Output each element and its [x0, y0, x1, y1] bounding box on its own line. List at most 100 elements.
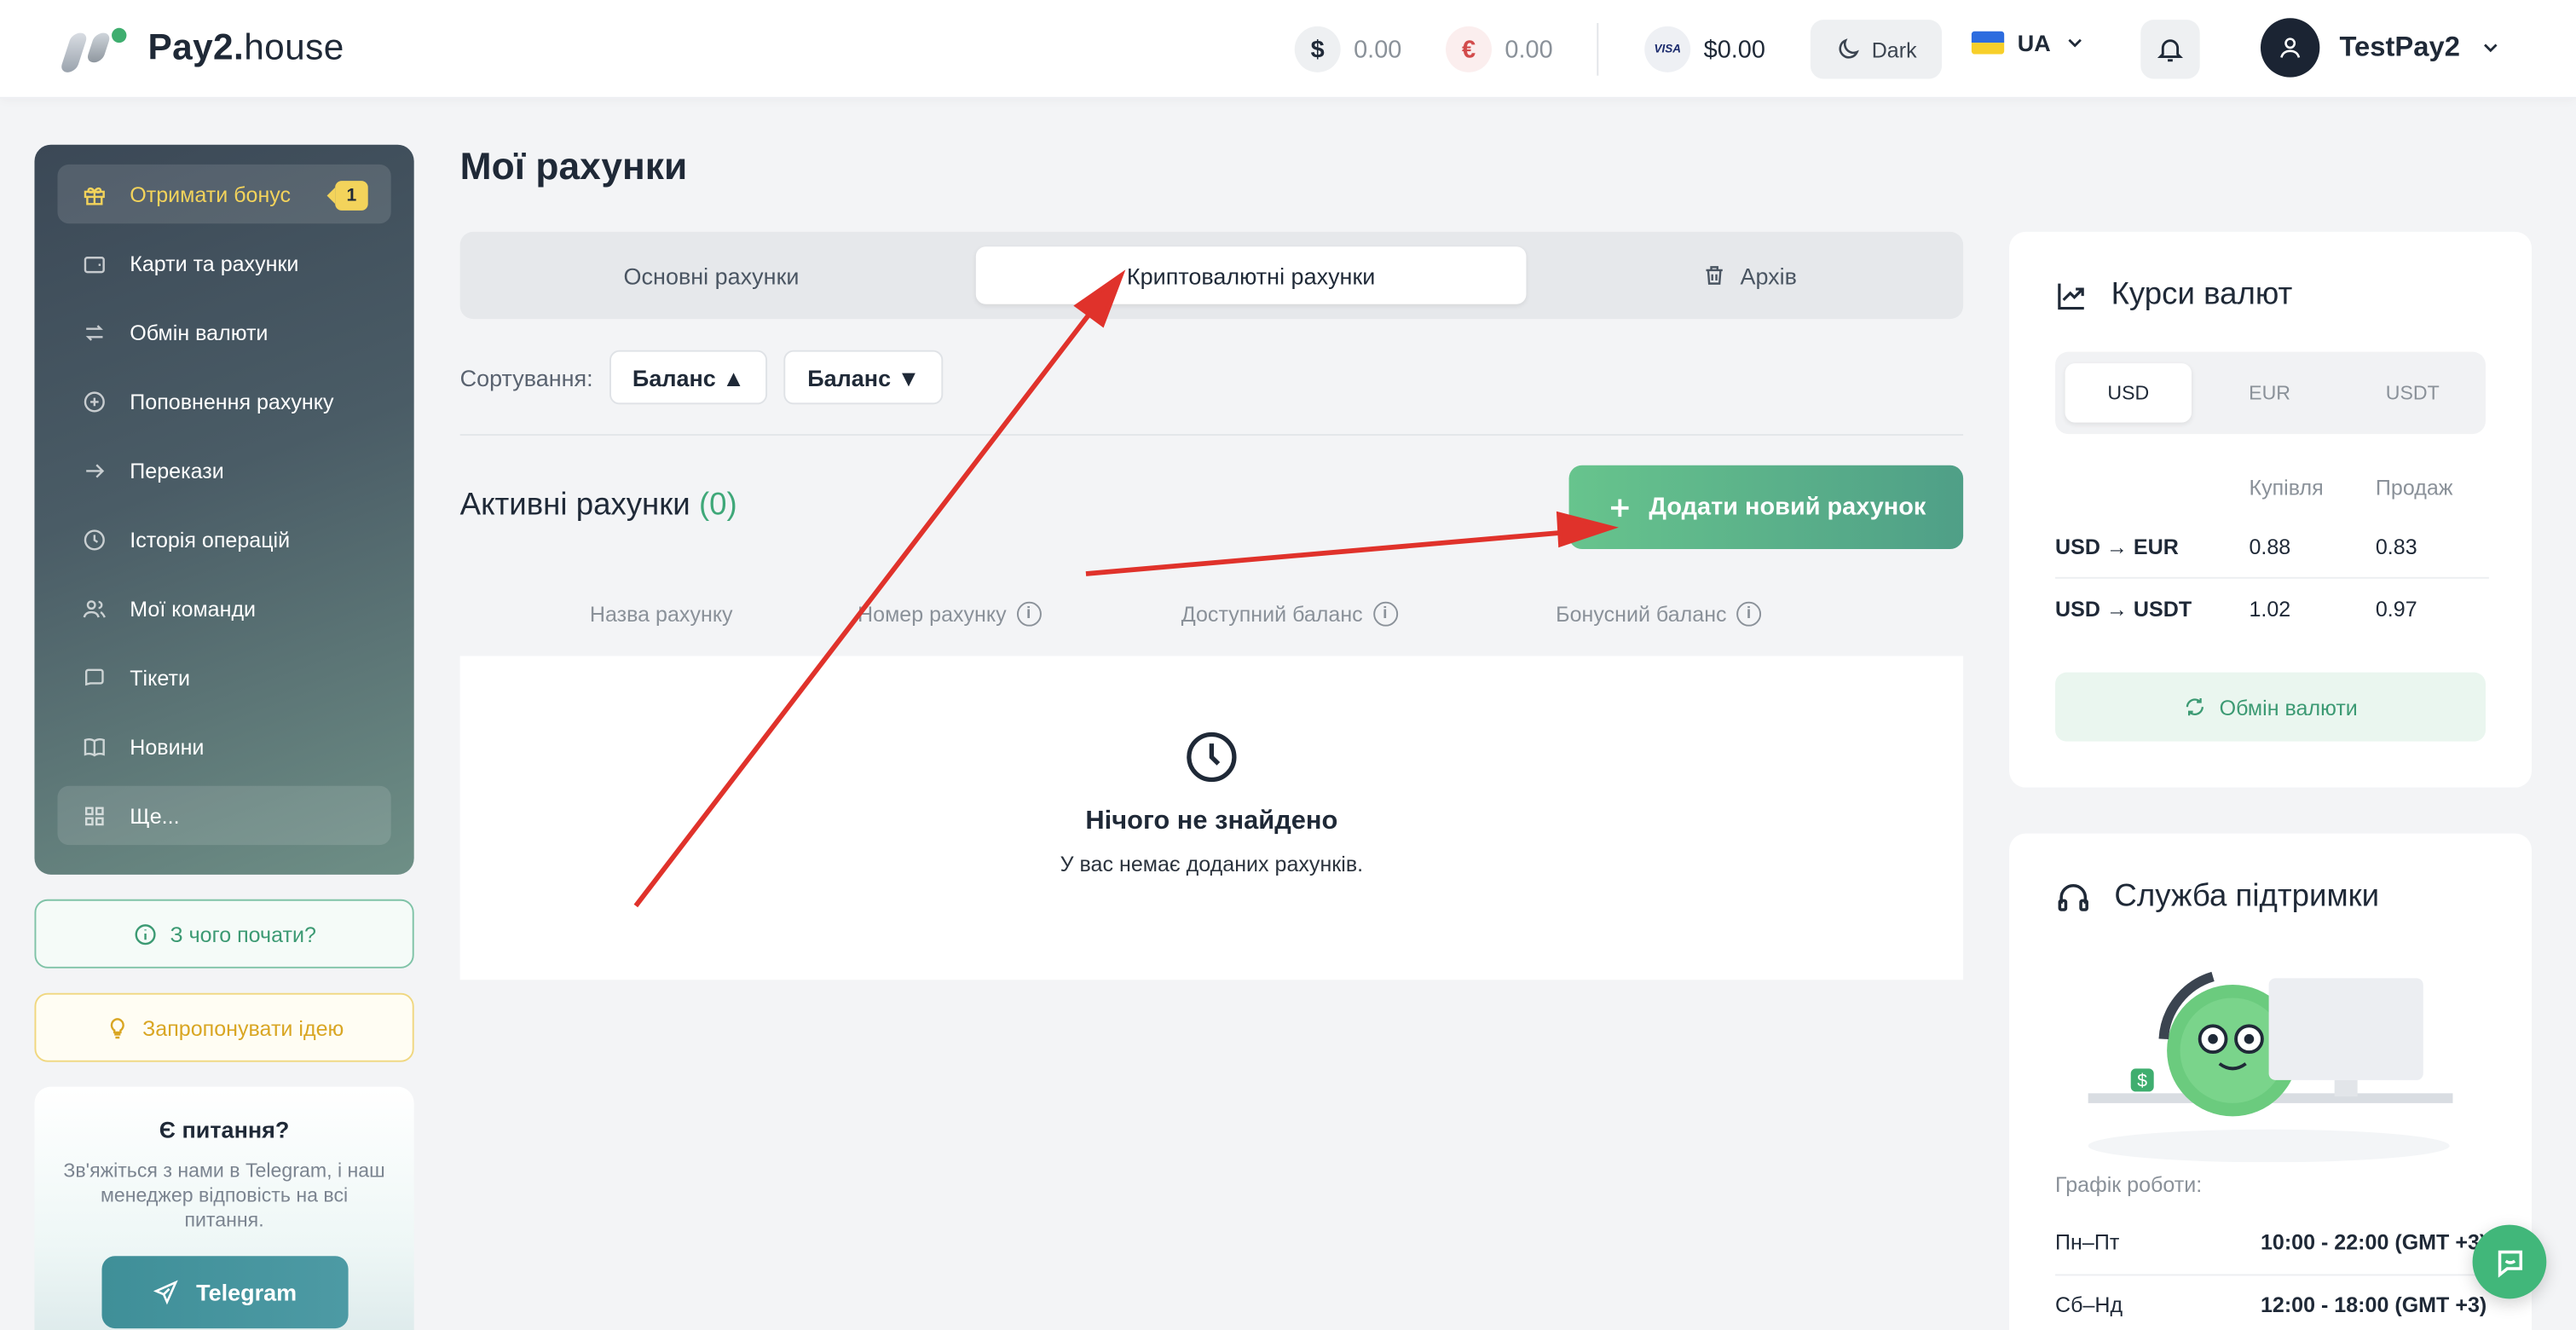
column-header-number: Номер рахунку i	[858, 601, 1042, 627]
currency-tabs: USD EUR USDT	[2055, 351, 2486, 435]
dollar-icon: $	[1294, 26, 1341, 72]
sidebar-item-label: Поповнення рахунку	[130, 389, 334, 413]
balance-usd[interactable]: $ 0.00	[1294, 26, 1402, 72]
telegram-button[interactable]: Telegram	[101, 1256, 349, 1329]
clock-icon	[80, 526, 107, 552]
active-accounts-count: (0)	[698, 488, 737, 523]
language-label: UA	[2017, 29, 2051, 56]
tab-usd[interactable]: USD	[2065, 363, 2192, 423]
clock-icon	[1187, 732, 1237, 783]
schedule-label: Графік роботи:	[2055, 1171, 2203, 1197]
balance-eur-value: 0.00	[1505, 35, 1553, 64]
svg-text:$: $	[2137, 1072, 2147, 1091]
chevron-down-icon	[2068, 38, 2082, 48]
bonus-badge: 1	[326, 181, 368, 211]
tab-archive[interactable]: Архів	[1545, 246, 1955, 304]
username: TestPay2	[2339, 31, 2460, 63]
chat-button[interactable]	[2472, 1224, 2547, 1299]
exchange-rates-panel: Курси валют USD EUR USDT Купівля Продаж …	[2009, 231, 2532, 788]
tab-label: Криптовалютні рахунки	[1126, 262, 1376, 289]
chat-icon	[2497, 1249, 2522, 1277]
sidebar-item-cards[interactable]: Карти та рахунки	[57, 234, 390, 292]
exchange-label: Обмін валюти	[2219, 694, 2358, 720]
sell-header: Продаж	[2375, 475, 2453, 500]
sidebar-item-news[interactable]: Новини	[57, 717, 390, 776]
suggest-idea-button[interactable]: Запропонувати ідею	[34, 992, 414, 1062]
sidebar-item-label: Ще...	[130, 802, 180, 828]
book-icon	[80, 733, 107, 760]
sort-balance-asc-button[interactable]: Баланс ▲	[609, 350, 768, 405]
sidebar-item-label: Отримати бонус	[130, 182, 292, 207]
help-title: Є питання?	[159, 1116, 290, 1143]
user-icon	[2280, 38, 2301, 58]
tab-label: Основні рахунки	[623, 262, 800, 289]
lightbulb-icon	[110, 1017, 124, 1038]
euro-icon: €	[1446, 26, 1492, 72]
balance-eur[interactable]: € 0.00	[1446, 26, 1553, 72]
add-account-button[interactable]: Додати новий рахунок	[1568, 465, 1964, 550]
sidebar-item-label: Обмін валюти	[130, 320, 269, 344]
sidebar-item-label: Карти та рахунки	[130, 251, 299, 275]
sidebar-item-bonus[interactable]: Отримати бонус 1	[57, 164, 391, 224]
tab-eur[interactable]: EUR	[2206, 363, 2332, 422]
tab-label: Архів	[1740, 262, 1797, 289]
rate-row: USD → EUR 0.88 0.83	[2055, 516, 2489, 579]
gift-icon	[80, 181, 107, 207]
logo-text: Pay2.house	[147, 26, 344, 68]
info-icon[interactable]: i	[1736, 601, 1762, 627]
schedule-row: Пн–Пт 10:00 - 22:00 (GMT +3)	[2055, 1213, 2489, 1276]
active-accounts-title: Активні рахунки (0)	[459, 488, 737, 523]
info-icon[interactable]: i	[1372, 601, 1398, 627]
top-bar: Pay2.house $ 0.00 € 0.00 VISA $0.00 Dark…	[0, 0, 2576, 99]
divider	[459, 434, 1964, 436]
sidebar-item-tickets[interactable]: Тікети	[57, 648, 390, 707]
balance-card-value: $0.00	[1703, 35, 1765, 64]
empty-state: Нічого не знайдено У вас немає доданих р…	[459, 656, 1964, 980]
support-panel: Служба підтримки $ Графік роботи: Пн–Пт …	[2009, 833, 2532, 1330]
column-header-available-balance: Доступний баланс i	[1181, 601, 1398, 627]
plus-circle-icon	[80, 388, 107, 414]
exchange-button[interactable]: Обмін валюти	[2055, 672, 2486, 742]
tab-main-accounts[interactable]: Основні рахунки	[473, 246, 950, 304]
suggest-idea-label: Запропонувати ідею	[142, 1015, 344, 1040]
sidebar-item-topup[interactable]: Поповнення рахунку	[57, 372, 390, 431]
balance-usd-value: 0.00	[1354, 35, 1402, 64]
language-selector[interactable]: UA	[1971, 29, 2087, 56]
sidebar-item-teams[interactable]: Мої команди	[57, 579, 390, 638]
sort-balance-desc-button[interactable]: Баланс ▼	[784, 350, 944, 405]
arrow-right-icon	[80, 457, 107, 483]
trash-icon	[1706, 266, 1724, 285]
info-icon[interactable]: i	[1016, 601, 1042, 627]
getting-started-button[interactable]: З чого почати?	[34, 899, 414, 969]
tab-crypto-accounts[interactable]: Криптовалютні рахунки	[975, 246, 1527, 304]
sidebar-item-exchange[interactable]: Обмін валюти	[57, 303, 390, 361]
sidebar-item-transfers[interactable]: Перекази	[57, 441, 390, 500]
empty-subtitle: У вас немає доданих рахунків.	[1060, 851, 1364, 876]
chevron-down-icon	[2484, 43, 2498, 53]
moon-icon	[1840, 38, 1860, 59]
users-icon	[80, 595, 107, 622]
sidebar-item-label: Історія операцій	[130, 527, 291, 552]
page-title: Мої рахунки	[459, 144, 688, 188]
info-icon	[134, 923, 155, 945]
sidebar-item-history[interactable]: Історія операцій	[57, 510, 390, 569]
theme-toggle-button[interactable]: Dark	[1810, 20, 1943, 79]
sort-controls: Сортування: Баланс ▲ Баланс ▼	[460, 350, 944, 405]
sort-label: Сортування:	[459, 364, 593, 390]
help-text: Зв'яжіться з нами в Telegram, і наш мене…	[63, 1159, 385, 1232]
telegram-label: Telegram	[196, 1279, 297, 1306]
add-account-label: Додати новий рахунок	[1649, 493, 1926, 522]
avatar	[2260, 18, 2320, 78]
buy-header: Купівля	[2249, 475, 2324, 500]
wallet-icon	[80, 250, 107, 276]
tab-usdt[interactable]: USDT	[2349, 363, 2475, 422]
user-menu[interactable]: TestPay2	[2260, 18, 2503, 78]
notifications-button[interactable]	[2140, 20, 2200, 79]
sidebar-item-more[interactable]: Ще...	[57, 785, 391, 846]
empty-title: Нічого не знайдено	[1085, 807, 1338, 836]
balance-card[interactable]: VISA $0.00	[1644, 26, 1765, 72]
schedule-row: Сб–Нд 12:00 - 18:00 (GMT +3)	[2055, 1292, 2487, 1317]
rates-title: Курси валют	[2055, 278, 2292, 314]
logo[interactable]: Pay2.house	[59, 23, 344, 72]
logo-mark-icon	[59, 23, 131, 72]
